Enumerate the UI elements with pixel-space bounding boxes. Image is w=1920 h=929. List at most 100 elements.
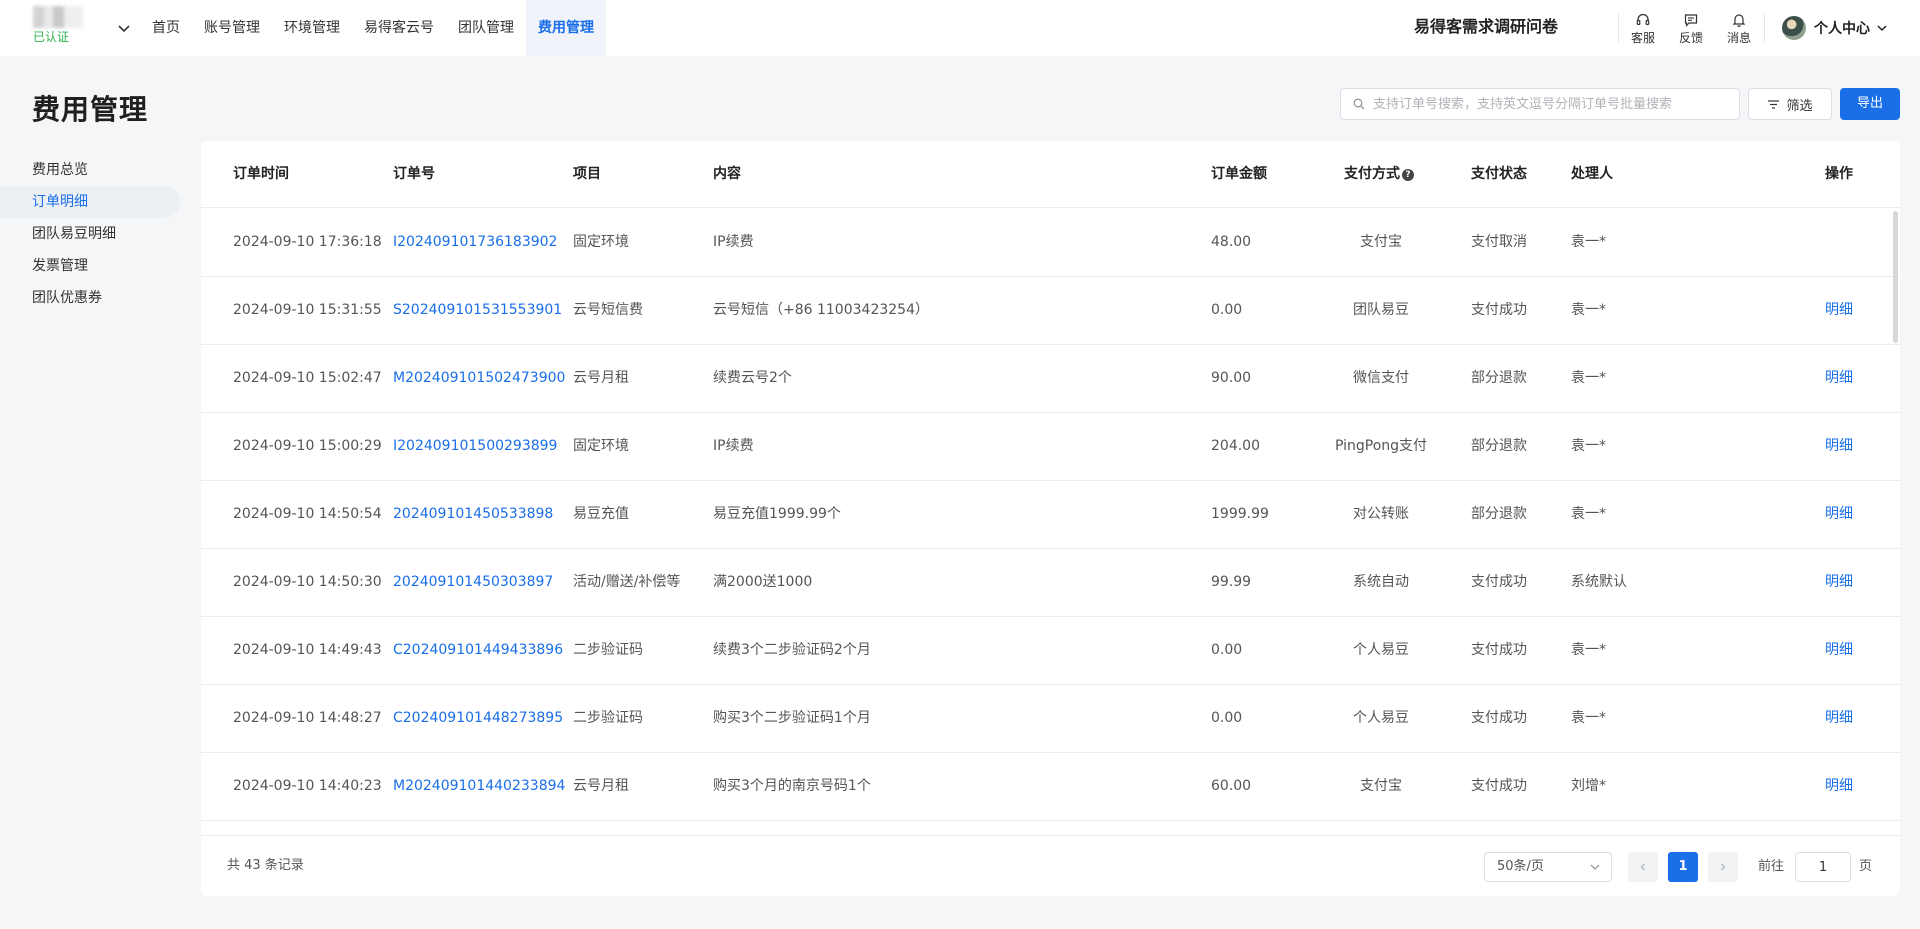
user-center-menu[interactable]: 个人中心 [1782, 16, 1888, 40]
logo-image [33, 6, 83, 28]
column-header-pay-method: 支付方式? [1344, 141, 1414, 208]
cell-handler: 袁一* [1571, 302, 1606, 318]
table-footer: 共 43 条记录 50条/页 1 前往 页 [201, 835, 1900, 896]
cell-handler: 袁一* [1571, 642, 1606, 658]
cell-content: IP续费 [713, 438, 754, 454]
column-header-action: 操作 [1825, 166, 1853, 182]
cell-project: 固定环境 [573, 438, 629, 454]
sidebar-item-overview[interactable]: 费用总览 [0, 154, 180, 186]
details-link[interactable]: 明细 [1825, 345, 1853, 412]
details-link[interactable]: 明细 [1825, 549, 1853, 616]
brand-logo[interactable]: 已认证 [33, 6, 88, 46]
goto-page-input[interactable] [1795, 852, 1851, 882]
help-icon[interactable]: ? [1402, 169, 1414, 181]
details-link[interactable]: 明细 [1825, 277, 1853, 344]
cell-order-time: 2024-09-10 14:49:43 [233, 642, 382, 658]
cell-project: 活动/赠送/补偿等 [573, 574, 681, 590]
table-row: 2024-09-10 15:31:55 S202409101531553901 云号… [201, 277, 1900, 345]
divider [1618, 14, 1619, 42]
user-center-label: 个人中心 [1814, 21, 1870, 37]
cell-content: 云号短信（+86 11003423254） [713, 302, 929, 318]
column-header-amount: 订单金额 [1211, 166, 1267, 182]
messages-button[interactable]: 消息 [1721, 12, 1757, 46]
divider [1764, 14, 1765, 42]
prev-page-button[interactable] [1628, 852, 1658, 882]
order-number-link[interactable]: S202409101531553901 [393, 277, 562, 344]
filter-button[interactable]: 筛选 [1748, 88, 1832, 120]
order-number-link[interactable]: I202409101500293899 [393, 413, 557, 480]
chevron-right-icon [1721, 863, 1726, 871]
cell-handler: 袁一* [1571, 506, 1606, 522]
cell-pay-method: 团队易豆 [1353, 302, 1409, 318]
cell-pay-method: 个人易豆 [1353, 642, 1409, 658]
page-unit-label: 页 [1859, 859, 1873, 874]
cell-pay-status: 支付成功 [1471, 302, 1527, 318]
vertical-scrollbar[interactable] [1893, 211, 1898, 343]
order-number-link[interactable]: M202409101502473900 [393, 345, 565, 412]
cell-handler: 袁一* [1571, 438, 1606, 454]
nav-item-home[interactable]: 首页 [140, 0, 192, 56]
order-number-link[interactable]: 202409101450303897 [393, 549, 553, 616]
sidebar-item-order-details[interactable]: 订单明细 [0, 186, 180, 218]
order-number-link[interactable]: C202409101448273895 [393, 685, 563, 752]
cell-amount: 0.00 [1211, 642, 1243, 658]
cell-handler: 刘增* [1571, 778, 1606, 794]
export-button[interactable]: 导出 [1840, 88, 1900, 120]
cell-content: 续费云号2个 [713, 370, 792, 386]
details-link[interactable]: 明细 [1825, 413, 1853, 480]
cell-pay-method: 系统自动 [1353, 574, 1409, 590]
table-row: 2024-09-10 14:49:43 C202409101449433896 二步… [201, 617, 1900, 685]
next-page-button[interactable] [1708, 852, 1738, 882]
cell-pay-status: 部分退款 [1471, 370, 1527, 386]
details-link[interactable]: 明细 [1825, 481, 1853, 548]
details-link[interactable]: 明细 [1825, 617, 1853, 684]
cell-pay-method: 微信支付 [1353, 370, 1409, 386]
cell-pay-method: 支付宝 [1360, 778, 1402, 794]
cell-pay-status: 支付成功 [1471, 642, 1527, 658]
survey-link[interactable]: 易得客需求调研问卷 [1414, 0, 1558, 54]
page-size-select[interactable]: 50条/页 [1484, 852, 1612, 882]
order-number-link[interactable]: I202409101736183902 [393, 209, 557, 276]
cell-content: 购买3个二步验证码1个月 [713, 710, 871, 726]
cell-handler: 袁一* [1571, 234, 1606, 250]
details-link[interactable]: 明细 [1825, 753, 1853, 820]
cell-content: 易豆充值1999.99个 [713, 506, 841, 522]
page-number-current[interactable]: 1 [1668, 852, 1698, 882]
details-link[interactable]: 明细 [1825, 685, 1853, 752]
column-header-project: 项目 [573, 166, 601, 182]
order-number-link[interactable]: 202409101450533898 [393, 481, 553, 548]
search-input[interactable] [1373, 89, 1733, 119]
customer-service-button[interactable]: 客服 [1625, 12, 1661, 46]
cell-amount: 48.00 [1211, 234, 1252, 250]
nav-item-environments[interactable]: 环境管理 [272, 0, 352, 56]
feedback-button[interactable]: 反馈 [1673, 12, 1709, 46]
filter-label: 筛选 [1786, 98, 1813, 114]
goto-label: 前往 [1758, 859, 1785, 874]
order-number-link[interactable]: C202409101449433896 [393, 617, 563, 684]
cell-amount: 90.00 [1211, 370, 1252, 386]
order-number-link[interactable]: M202409101440233894 [393, 753, 565, 820]
cell-pay-method: 对公转账 [1353, 506, 1409, 522]
chevron-down-icon[interactable] [116, 20, 132, 36]
cell-order-time: 2024-09-10 17:36:18 [233, 234, 382, 250]
column-header-time: 订单时间 [233, 166, 289, 182]
nav-item-billing[interactable]: 费用管理 [526, 0, 606, 56]
cell-amount: 1999.99 [1211, 506, 1269, 522]
sidebar-item-coupons[interactable]: 团队优惠券 [0, 282, 180, 314]
cell-pay-status: 支付成功 [1471, 778, 1527, 794]
cell-amount: 99.99 [1211, 574, 1252, 590]
cell-order-time: 2024-09-10 15:00:29 [233, 438, 382, 454]
column-header-pay-status: 支付状态 [1471, 166, 1527, 182]
nav-item-team[interactable]: 团队管理 [446, 0, 526, 56]
chevron-down-icon [1877, 25, 1887, 32]
table-row: 2024-09-10 15:00:29 I202409101500293899 固定… [201, 413, 1900, 481]
headset-icon [1636, 13, 1650, 26]
nav-item-cloud-numbers[interactable]: 易得客云号 [352, 0, 446, 56]
table-row: 2024-09-10 14:50:54 202409101450533898 易豆充… [201, 481, 1900, 549]
nav-item-accounts[interactable]: 账号管理 [192, 0, 272, 56]
cell-pay-status: 部分退款 [1471, 438, 1527, 454]
sidebar-item-invoices[interactable]: 发票管理 [0, 250, 180, 282]
cell-pay-status: 支付成功 [1471, 574, 1527, 590]
sidebar-item-team-beans[interactable]: 团队易豆明细 [0, 218, 180, 250]
table-row: 2024-09-10 15:02:47 M202409101502473900 云号… [201, 345, 1900, 413]
